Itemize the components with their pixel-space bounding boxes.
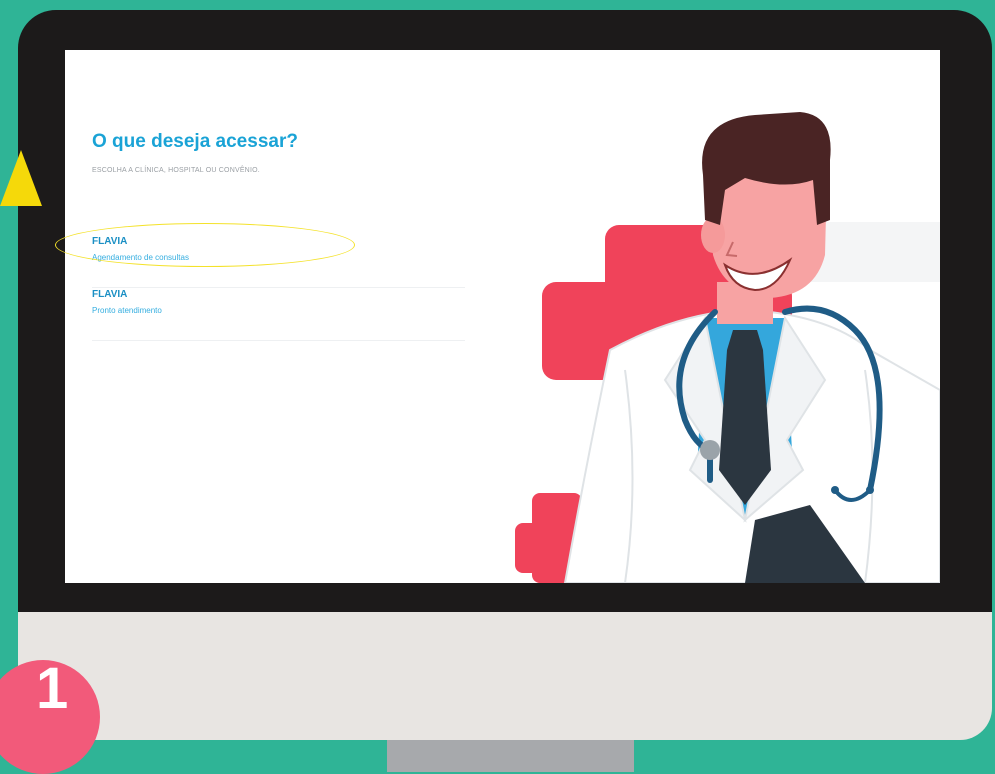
- step-number: 1: [36, 656, 69, 721]
- option-pronto-atendimento[interactable]: FLAVIA Pronto atendimento: [92, 288, 465, 341]
- monitor-chin: [18, 612, 992, 740]
- monitor-stand: [387, 740, 634, 772]
- page-title: O que deseja acessar?: [92, 131, 298, 152]
- option-name: FLAVIA: [92, 289, 128, 300]
- page-subtitle: ESCOLHA A CLÍNICA, HOSPITAL OU CONVÊNIO.: [92, 167, 260, 174]
- app-screen: O que deseja acessar? ESCOLHA A CLÍNICA,…: [65, 50, 940, 583]
- option-description: Pronto atendimento: [92, 306, 162, 315]
- triangle-marker: [0, 150, 42, 206]
- highlight-ellipse: [55, 223, 355, 267]
